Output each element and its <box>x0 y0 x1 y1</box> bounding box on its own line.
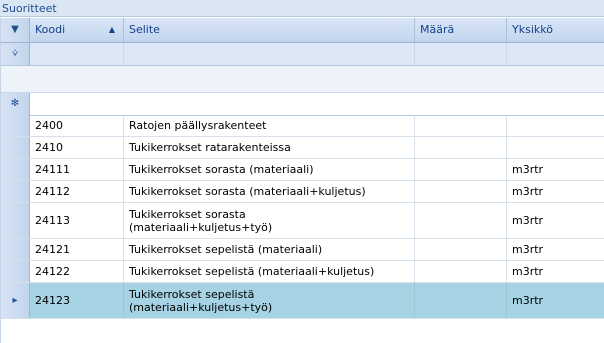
cell-koodi[interactable]: 2410 <box>30 137 124 158</box>
cell-selite[interactable]: Tukikerrokset sorasta (materiaali+kuljet… <box>124 181 415 202</box>
column-header-maara-label: Määrä <box>420 23 455 36</box>
data-grid[interactable]: ▼ Koodi ▲ Selite Määrä Yksikkö ⩒ ✻ 2400 R… <box>0 18 604 343</box>
cell-yksikko[interactable]: m3rtr <box>507 283 604 318</box>
current-row-icon[interactable]: ▸ <box>1 283 30 318</box>
table-row[interactable]: 2400 Ratojen päällysrakenteet <box>1 115 604 137</box>
column-header-koodi[interactable]: Koodi ▲ <box>30 18 124 42</box>
filter-icon[interactable]: ⩒ <box>1 43 30 65</box>
cell-selite[interactable]: Tukikerrokset sepelistä (materiaali) <box>124 239 415 260</box>
cell-maara[interactable] <box>415 261 507 282</box>
table-row[interactable]: 24112 Tukikerrokset sorasta (materiaali+k… <box>1 181 604 203</box>
sort-ascending-icon: ▲ <box>108 25 115 34</box>
cell-maara[interactable] <box>415 115 507 136</box>
cell-yksikko[interactable]: m3rtr <box>507 261 604 282</box>
row-selector[interactable] <box>1 115 30 136</box>
filter-cell-maara[interactable] <box>415 43 507 65</box>
column-header-selite-label: Selite <box>129 23 160 36</box>
cell-koodi[interactable]: 24112 <box>30 181 124 202</box>
new-item-row[interactable]: ✻ <box>1 92 604 116</box>
filter-cell-yksikko[interactable] <box>507 43 604 65</box>
filter-cell-koodi[interactable] <box>30 43 124 65</box>
grid-separator <box>1 66 604 92</box>
cell-selite[interactable]: Tukikerrokset sorasta (materiaali) <box>124 159 415 180</box>
table-row[interactable]: 2410 Tukikerrokset ratarakenteissa <box>1 137 604 159</box>
cell-maara[interactable] <box>415 137 507 158</box>
panel-title: Suoritteet <box>0 0 604 17</box>
table-row[interactable]: 24122 Tukikerrokset sepelistä (materiaali… <box>1 261 604 283</box>
cell-maara[interactable] <box>415 283 507 318</box>
cell-koodi[interactable]: 24113 <box>30 203 124 238</box>
cell-maara[interactable] <box>415 159 507 180</box>
cell-maara[interactable] <box>415 203 507 238</box>
row-selector[interactable] <box>1 239 30 260</box>
row-selector[interactable] <box>1 181 30 202</box>
cell-yksikko[interactable]: m3rtr <box>507 203 604 238</box>
column-header-maara[interactable]: Määrä <box>415 18 507 42</box>
cell-maara[interactable] <box>415 239 507 260</box>
cell-koodi[interactable]: 24121 <box>30 239 124 260</box>
cell-selite[interactable]: Ratojen päällysrakenteet <box>124 115 415 136</box>
filter-cell-selite[interactable] <box>124 43 415 65</box>
cell-koodi[interactable]: 24111 <box>30 159 124 180</box>
cell-yksikko[interactable]: m3rtr <box>507 159 604 180</box>
cell-yksikko[interactable]: m3rtr <box>507 181 604 202</box>
column-header-yksikko[interactable]: Yksikkö <box>507 18 604 42</box>
cell-selite[interactable]: Tukikerrokset ratarakenteissa <box>124 137 415 158</box>
table-row[interactable]: 24113 Tukikerrokset sorasta (materiaali+k… <box>1 203 604 239</box>
column-menu-icon[interactable]: ▼ <box>1 18 30 42</box>
cell-selite[interactable]: Tukikerrokset sorasta (materiaali+kuljet… <box>124 203 415 238</box>
table-row[interactable]: 24111 Tukikerrokset sorasta (materiaali) m… <box>1 159 604 181</box>
cell-yksikko[interactable] <box>507 115 604 136</box>
row-selector[interactable] <box>1 261 30 282</box>
row-selector[interactable] <box>1 159 30 180</box>
cell-koodi[interactable]: 24123 <box>30 283 124 318</box>
cell-yksikko[interactable] <box>507 137 604 158</box>
cell-selite[interactable]: Tukikerrokset sepelistä (materiaali+kulj… <box>124 283 415 318</box>
new-row-icon: ✻ <box>1 93 30 115</box>
table-row[interactable]: 24121 Tukikerrokset sepelistä (materiaali… <box>1 239 604 261</box>
row-selector[interactable] <box>1 203 30 238</box>
column-header-yksikko-label: Yksikkö <box>512 23 553 36</box>
grid-header: ▼ Koodi ▲ Selite Määrä Yksikkö <box>1 18 604 43</box>
cell-maara[interactable] <box>415 181 507 202</box>
column-header-selite[interactable]: Selite <box>124 18 415 42</box>
filter-row[interactable]: ⩒ <box>1 43 604 66</box>
row-selector[interactable] <box>1 137 30 158</box>
cell-selite[interactable]: Tukikerrokset sepelistä (materiaali+kulj… <box>124 261 415 282</box>
cell-koodi[interactable]: 24122 <box>30 261 124 282</box>
cell-yksikko[interactable]: m3rtr <box>507 239 604 260</box>
table-row[interactable]: ▸ 24123 Tukikerrokset sepelistä (materiaal… <box>1 283 604 319</box>
column-header-koodi-label: Koodi <box>35 23 66 36</box>
cell-koodi[interactable]: 2400 <box>30 115 124 136</box>
